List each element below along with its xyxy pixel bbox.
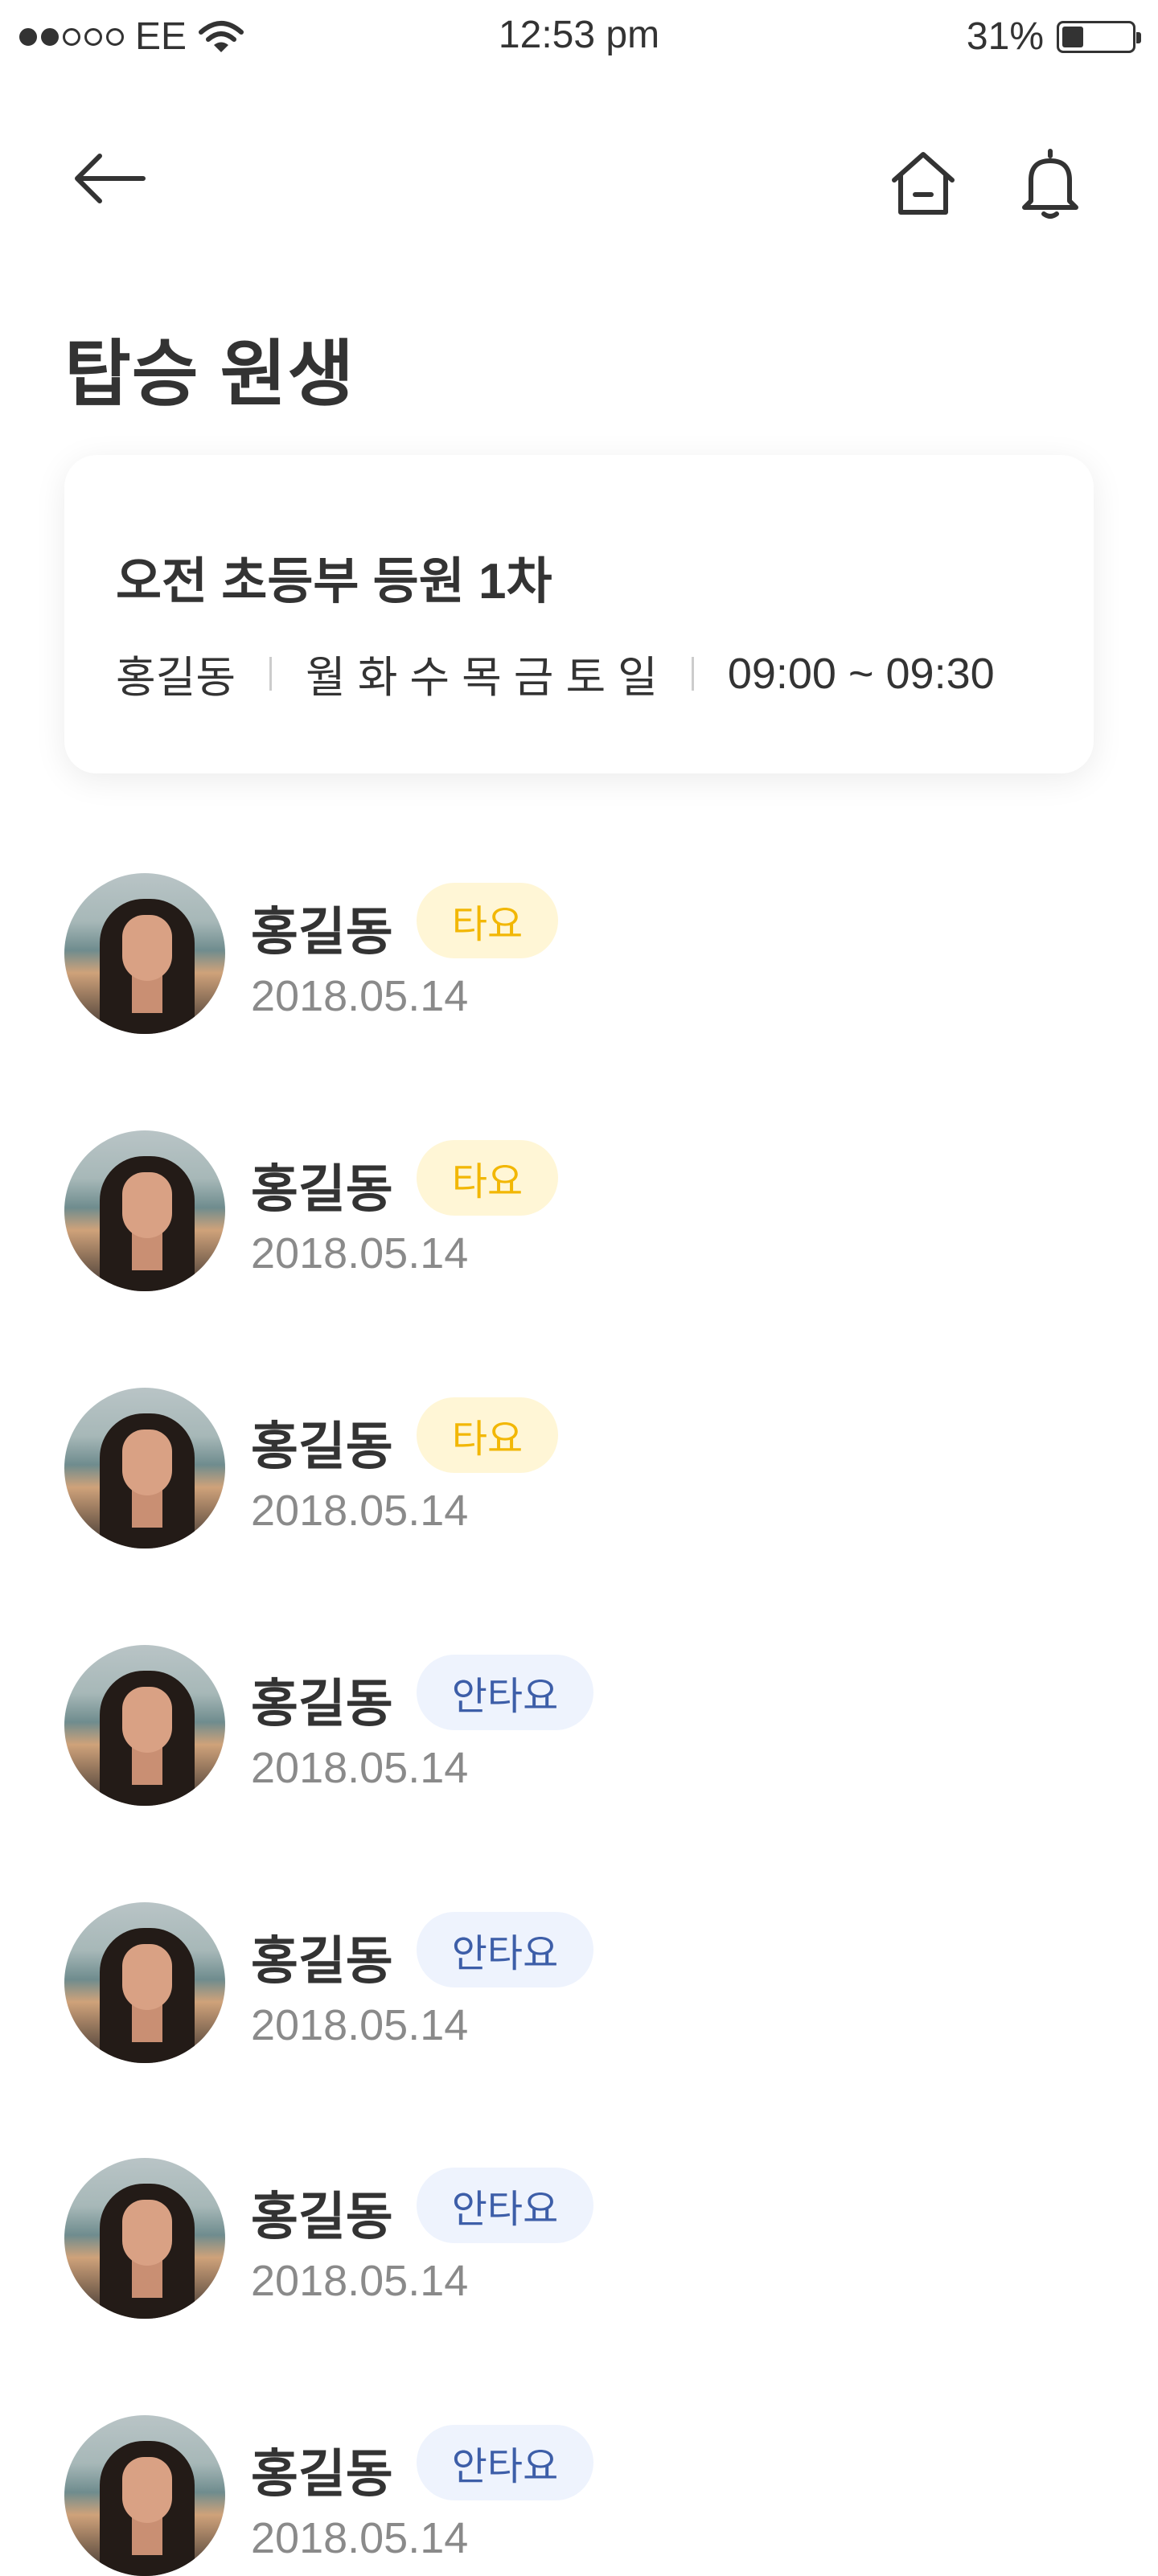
notification-button[interactable]: [1012, 145, 1089, 222]
student-name: 홍길동: [251, 1675, 393, 1733]
status-badge: 안타요: [417, 2425, 593, 2500]
route-title: 오전 초등부 등원 1차: [116, 554, 552, 609]
student-row[interactable]: 홍길동 안타요 2018.05.14: [64, 1645, 1094, 1806]
student-name: 홍길동: [251, 1417, 393, 1475]
arrow-left-icon: [75, 154, 146, 203]
divider: [691, 656, 694, 691]
avatar: [64, 2415, 225, 2576]
back-button[interactable]: [71, 150, 148, 207]
battery-fill: [1062, 26, 1084, 47]
student-row[interactable]: 홍길동 타요 2018.05.14: [64, 873, 1094, 1034]
student-date: 2018.05.14: [251, 1229, 469, 1278]
avatar: [64, 1902, 225, 2063]
status-bar: EE 12:53 pm 31%: [0, 0, 1158, 77]
battery-percent: 31%: [966, 15, 1044, 58]
avatar: [64, 1130, 225, 1291]
battery-cap: [1136, 31, 1141, 43]
student-date: 2018.05.14: [251, 2514, 469, 2562]
route-card: 오전 초등부 등원 1차 홍길동 월 화 수 목 금 토 일 09:00 ~ 0…: [64, 455, 1094, 773]
student-name: 홍길동: [251, 903, 393, 961]
avatar: [64, 873, 225, 1034]
student-row[interactable]: 홍길동 안타요 2018.05.14: [64, 2158, 1094, 2319]
avatar: [64, 2158, 225, 2319]
student-name: 홍길동: [251, 1160, 393, 1218]
route-driver: 홍길동: [116, 654, 236, 702]
status-right: 31%: [966, 14, 1141, 59]
student-name: 홍길동: [251, 1932, 393, 1990]
battery-icon: [1057, 20, 1141, 53]
student-name: 홍길동: [251, 2445, 393, 2503]
status-badge: 타요: [417, 883, 558, 958]
student-row[interactable]: 홍길동 타요 2018.05.14: [64, 1388, 1094, 1548]
home-icon: [892, 152, 955, 215]
status-badge: 타요: [417, 1397, 558, 1473]
student-date: 2018.05.14: [251, 2257, 469, 2305]
avatar: [64, 1645, 225, 1806]
status-badge: 안타요: [417, 1912, 593, 1987]
status-badge: 안타요: [417, 2168, 593, 2243]
student-date: 2018.05.14: [251, 2001, 469, 2049]
bell-icon: [1022, 149, 1078, 219]
student-row[interactable]: 홍길동 안타요 2018.05.14: [64, 2415, 1094, 2576]
student-row[interactable]: 홍길동 타요 2018.05.14: [64, 1130, 1094, 1291]
student-date: 2018.05.14: [251, 1487, 469, 1535]
student-date: 2018.05.14: [251, 972, 469, 1020]
status-badge: 타요: [417, 1140, 558, 1216]
divider: [269, 656, 273, 691]
status-badge: 안타요: [417, 1655, 593, 1730]
student-date: 2018.05.14: [251, 1744, 469, 1792]
route-meta: 홍길동 월 화 수 목 금 토 일 09:00 ~ 09:30: [116, 642, 995, 705]
route-days: 월 화 수 목 금 토 일: [306, 654, 658, 702]
student-row[interactable]: 홍길동 안타요 2018.05.14: [64, 1902, 1094, 2063]
avatar: [64, 1388, 225, 1548]
student-name: 홍길동: [251, 2188, 393, 2246]
home-button[interactable]: [885, 145, 962, 222]
page-title: 탑승 원생: [64, 334, 355, 415]
route-time: 09:00 ~ 09:30: [727, 649, 995, 698]
